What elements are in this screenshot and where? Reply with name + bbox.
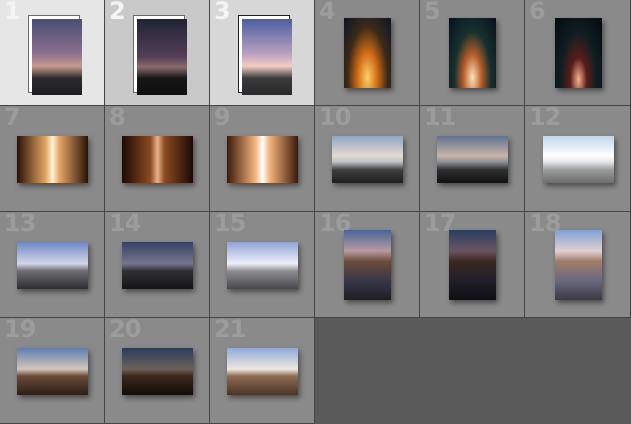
thumbnail-image[interactable] <box>449 230 496 300</box>
cell-index-number: 10 <box>319 106 351 131</box>
thumbnail-image[interactable] <box>227 136 298 183</box>
bridge-night-photo <box>344 18 391 88</box>
cell-index-number: 13 <box>4 212 36 237</box>
grid-cell[interactable]: 20 <box>105 318 210 424</box>
grid-cell[interactable]: 5 <box>420 0 525 106</box>
lake-dawn-photo <box>543 136 614 183</box>
thumbnail-image[interactable] <box>449 18 496 88</box>
rocky-beach-photo <box>344 230 391 300</box>
thumbnail-image[interactable] <box>332 136 403 183</box>
cell-index-number: 6 <box>529 0 546 25</box>
thumbnail-image[interactable] <box>17 136 88 183</box>
grid-cell[interactable]: 1 <box>0 0 105 106</box>
grid-cell[interactable]: 8 <box>105 106 210 212</box>
cell-index-number: 19 <box>4 318 36 343</box>
dusk-tree-photo <box>137 19 187 95</box>
cell-index-number: 9 <box>214 106 231 131</box>
driftwood-tree-photo <box>227 348 298 395</box>
rocky-beach-photo <box>449 230 496 300</box>
dusk-tree-photo <box>242 19 292 95</box>
bridge-night-photo <box>449 18 496 88</box>
grid-cell[interactable]: 19 <box>0 318 105 424</box>
cell-index-number: 4 <box>319 0 336 25</box>
grid-cell[interactable]: 3 <box>210 0 315 106</box>
cell-index-number: 21 <box>214 318 246 343</box>
grid-cell[interactable]: 18 <box>525 212 631 318</box>
thumbnail-image[interactable] <box>543 136 614 183</box>
cell-index-number: 11 <box>424 106 456 131</box>
grid-cell[interactable]: 15 <box>210 212 315 318</box>
street-traffic-photo <box>122 136 193 183</box>
grid-cell[interactable]: 12 <box>525 106 631 212</box>
grid-cell[interactable]: 9 <box>210 106 315 212</box>
driftwood-tree-photo <box>122 348 193 395</box>
grid-cell[interactable]: 14 <box>105 212 210 318</box>
cell-index-number: 8 <box>109 106 126 131</box>
street-traffic-photo <box>227 136 298 183</box>
shore-rocks-photo <box>227 242 298 289</box>
thumbnail-image[interactable] <box>122 242 193 289</box>
cell-index-number: 3 <box>214 0 231 25</box>
thumbnail-image[interactable] <box>28 15 82 95</box>
grid-cell[interactable]: 10 <box>315 106 420 212</box>
grid-cell[interactable]: 13 <box>0 212 105 318</box>
thumbnail-image[interactable] <box>17 348 88 395</box>
grid-cell[interactable]: 11 <box>420 106 525 212</box>
cell-index-number: 5 <box>424 0 441 25</box>
shore-rocks-photo <box>17 242 88 289</box>
thumbnail-image[interactable] <box>122 348 193 395</box>
thumbnail-image[interactable] <box>133 15 187 95</box>
cell-index-number: 2 <box>109 0 126 25</box>
grid-cell[interactable]: 2 <box>105 0 210 106</box>
grid-cell[interactable]: 6 <box>525 0 631 106</box>
lake-dawn-photo <box>437 136 508 183</box>
lake-dawn-photo <box>332 136 403 183</box>
bridge-night-photo <box>555 18 602 88</box>
cell-index-number: 1 <box>4 0 21 25</box>
grid-cell[interactable]: 21 <box>210 318 315 424</box>
driftwood-tree-photo <box>17 348 88 395</box>
grid-cell[interactable]: 16 <box>315 212 420 318</box>
shore-rocks-photo <box>122 242 193 289</box>
grid-cell[interactable]: 17 <box>420 212 525 318</box>
thumbnail-image[interactable] <box>555 230 602 300</box>
cell-index-number: 15 <box>214 212 246 237</box>
thumbnail-image[interactable] <box>122 136 193 183</box>
thumbnail-image[interactable] <box>344 18 391 88</box>
street-traffic-photo <box>17 136 88 183</box>
dusk-tree-photo <box>32 19 82 95</box>
thumbnail-image[interactable] <box>344 230 391 300</box>
thumbnail-image[interactable] <box>17 242 88 289</box>
thumbnail-image[interactable] <box>227 348 298 395</box>
thumbnail-image[interactable] <box>227 242 298 289</box>
grid-cell[interactable]: 4 <box>315 0 420 106</box>
grid-cell[interactable]: 7 <box>0 106 105 212</box>
cell-index-number: 12 <box>529 106 561 131</box>
rocky-beach-photo <box>555 230 602 300</box>
cell-index-number: 14 <box>109 212 141 237</box>
thumbnail-image[interactable] <box>238 15 292 95</box>
cell-index-number: 7 <box>4 106 21 131</box>
cell-index-number: 20 <box>109 318 141 343</box>
thumbnail-grid: 1 2 3 4 5 6 7 8 9 10 11 12 13 14 15 16 17 18 19 20 21 <box>0 0 631 424</box>
thumbnail-image[interactable] <box>555 18 602 88</box>
thumbnail-image[interactable] <box>437 136 508 183</box>
